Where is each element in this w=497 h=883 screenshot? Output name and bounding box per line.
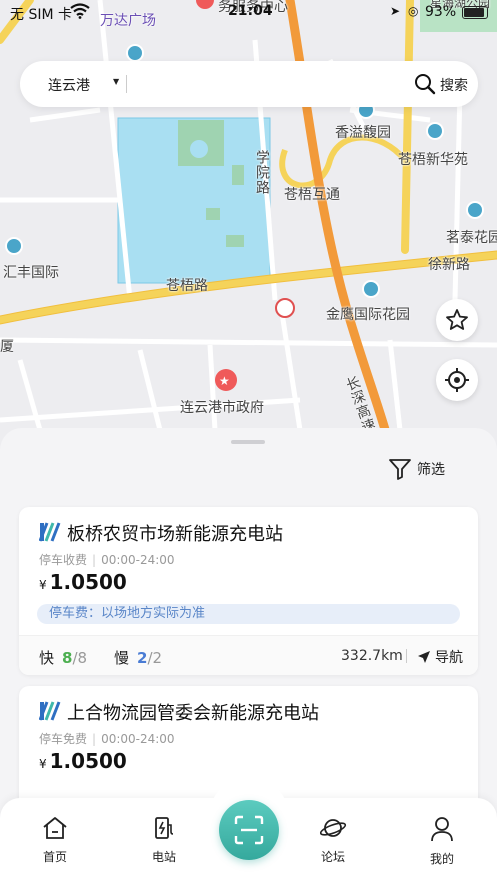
navigate-button[interactable]: 导航: [417, 647, 463, 667]
carrier-label: 无 SIM 卡: [10, 7, 72, 23]
svg-text:★: ★: [219, 374, 230, 388]
map-label-xinxin-road: 徐新路: [428, 257, 470, 273]
price-value: 1.0500: [49, 570, 127, 594]
search-icon[interactable]: [414, 73, 436, 95]
map-label-jinying: 金鹰国际花园: [326, 307, 410, 323]
slow-charger-count: 慢 2/2: [114, 647, 162, 668]
rotation-lock-icon: ◎: [408, 4, 419, 18]
map-label-xia: 厦: [0, 339, 14, 355]
fast-charger-count: 快 8/8: [39, 647, 87, 668]
station-meta: 停车收费 | 00:00-24:00: [39, 551, 175, 568]
map-label-xiangyi: 香溢馥园: [335, 125, 391, 141]
opening-hours: 00:00-24:00: [101, 732, 175, 746]
opening-hours: 00:00-24:00: [101, 553, 175, 567]
poi-icon: [466, 201, 484, 219]
navigate-label: 导航: [435, 650, 463, 666]
station-price: ¥1.0500: [39, 749, 127, 773]
battery-icon: [462, 6, 488, 19]
map-label-huifeng: 汇丰国际: [3, 265, 59, 281]
scan-icon: [234, 815, 264, 845]
meta-separator: |: [92, 553, 97, 567]
currency-symbol: ¥: [39, 578, 47, 592]
search-bar[interactable]: 连云港 ▼ 搜索: [20, 61, 478, 107]
status-bar: 无 SIM 卡 21:04 ➤ ◎ 93%: [0, 0, 497, 26]
station-name: 上合物流园管委会新能源充电站: [67, 703, 319, 724]
map-label-cangwu-road: 苍梧路: [166, 278, 208, 294]
map-label-government: 连云港市政府: [180, 400, 264, 416]
filter-icon: [389, 459, 411, 480]
location-arrow-icon: ➤: [390, 4, 401, 18]
station-logo-icon: [39, 522, 61, 542]
locate-me-button[interactable]: [436, 359, 478, 401]
parking-fee-status: 停车免费: [39, 732, 88, 746]
chevron-down-icon[interactable]: ▼: [113, 77, 119, 86]
tab-stations-label: 电站: [151, 850, 176, 864]
battery-percent: 93%: [425, 4, 457, 20]
city-selector[interactable]: 连云港: [48, 75, 90, 95]
crosshair-icon: [445, 368, 469, 392]
station-price: ¥1.0500: [39, 570, 127, 594]
sheet-drag-handle[interactable]: [231, 440, 265, 444]
star-icon: [446, 309, 468, 330]
slow-total: /2: [147, 649, 163, 667]
price-value: 1.0500: [49, 749, 127, 773]
clock: 21:04: [228, 3, 273, 19]
charging-station-icon: [155, 817, 174, 839]
station-distance: 332.7km: [341, 648, 403, 664]
person-icon: [431, 817, 453, 842]
fast-available: 8: [62, 649, 73, 667]
filter-button[interactable]: 筛选: [388, 458, 445, 480]
fast-label: 快: [39, 649, 55, 667]
parking-fee-status: 停车收费: [39, 553, 88, 567]
tab-home-label: 首页: [42, 850, 67, 864]
home-icon: [43, 817, 67, 839]
filter-label: 筛选: [417, 462, 445, 478]
station-card-footer: 快 8/8 慢 2/2 332.7km 导航: [19, 635, 478, 675]
search-divider: [126, 75, 127, 93]
currency-symbol: ¥: [39, 757, 47, 771]
slow-label: 慢: [114, 649, 130, 667]
map-label-cangwu-interchange: 苍梧互通: [284, 187, 340, 203]
map-label-cangwu-xinhua: 苍梧新华苑: [398, 152, 468, 168]
wifi-icon: [70, 3, 90, 19]
poi-icon: [362, 280, 380, 298]
footer-divider: [406, 649, 407, 663]
navigation-arrow-icon: [418, 651, 430, 663]
tab-forum[interactable]: 论坛: [303, 816, 363, 865]
poi-icon: [5, 237, 23, 255]
tab-stations[interactable]: 电站: [134, 816, 194, 865]
station-meta: 停车免费 | 00:00-24:00: [39, 730, 175, 747]
map-label-chadong: 茗泰花园: [446, 230, 497, 246]
slow-available: 2: [137, 649, 148, 667]
station-name: 板桥农贸市场新能源充电站: [67, 524, 283, 545]
tab-home[interactable]: 首页: [25, 816, 85, 865]
favorites-button[interactable]: [436, 299, 478, 341]
tab-forum-label: 论坛: [320, 850, 345, 864]
poi-icon: [126, 44, 144, 62]
meta-separator: |: [92, 732, 97, 746]
fast-total: /8: [72, 649, 88, 667]
scan-button[interactable]: [219, 800, 279, 860]
station-logo-icon: [39, 701, 61, 721]
map-label-xueyuan-road: 学院路: [254, 150, 270, 195]
parking-note: 停车费：以场地方实际为准: [37, 604, 460, 624]
search-button[interactable]: 搜索: [440, 75, 468, 95]
poi-icon: [426, 122, 444, 140]
tab-profile-label: 我的: [429, 852, 454, 866]
station-card[interactable]: 板桥农贸市场新能源充电站 停车收费 | 00:00-24:00 ¥1.0500 停车…: [19, 507, 478, 675]
planet-icon: [319, 819, 347, 837]
tab-profile[interactable]: 我的: [412, 816, 472, 867]
